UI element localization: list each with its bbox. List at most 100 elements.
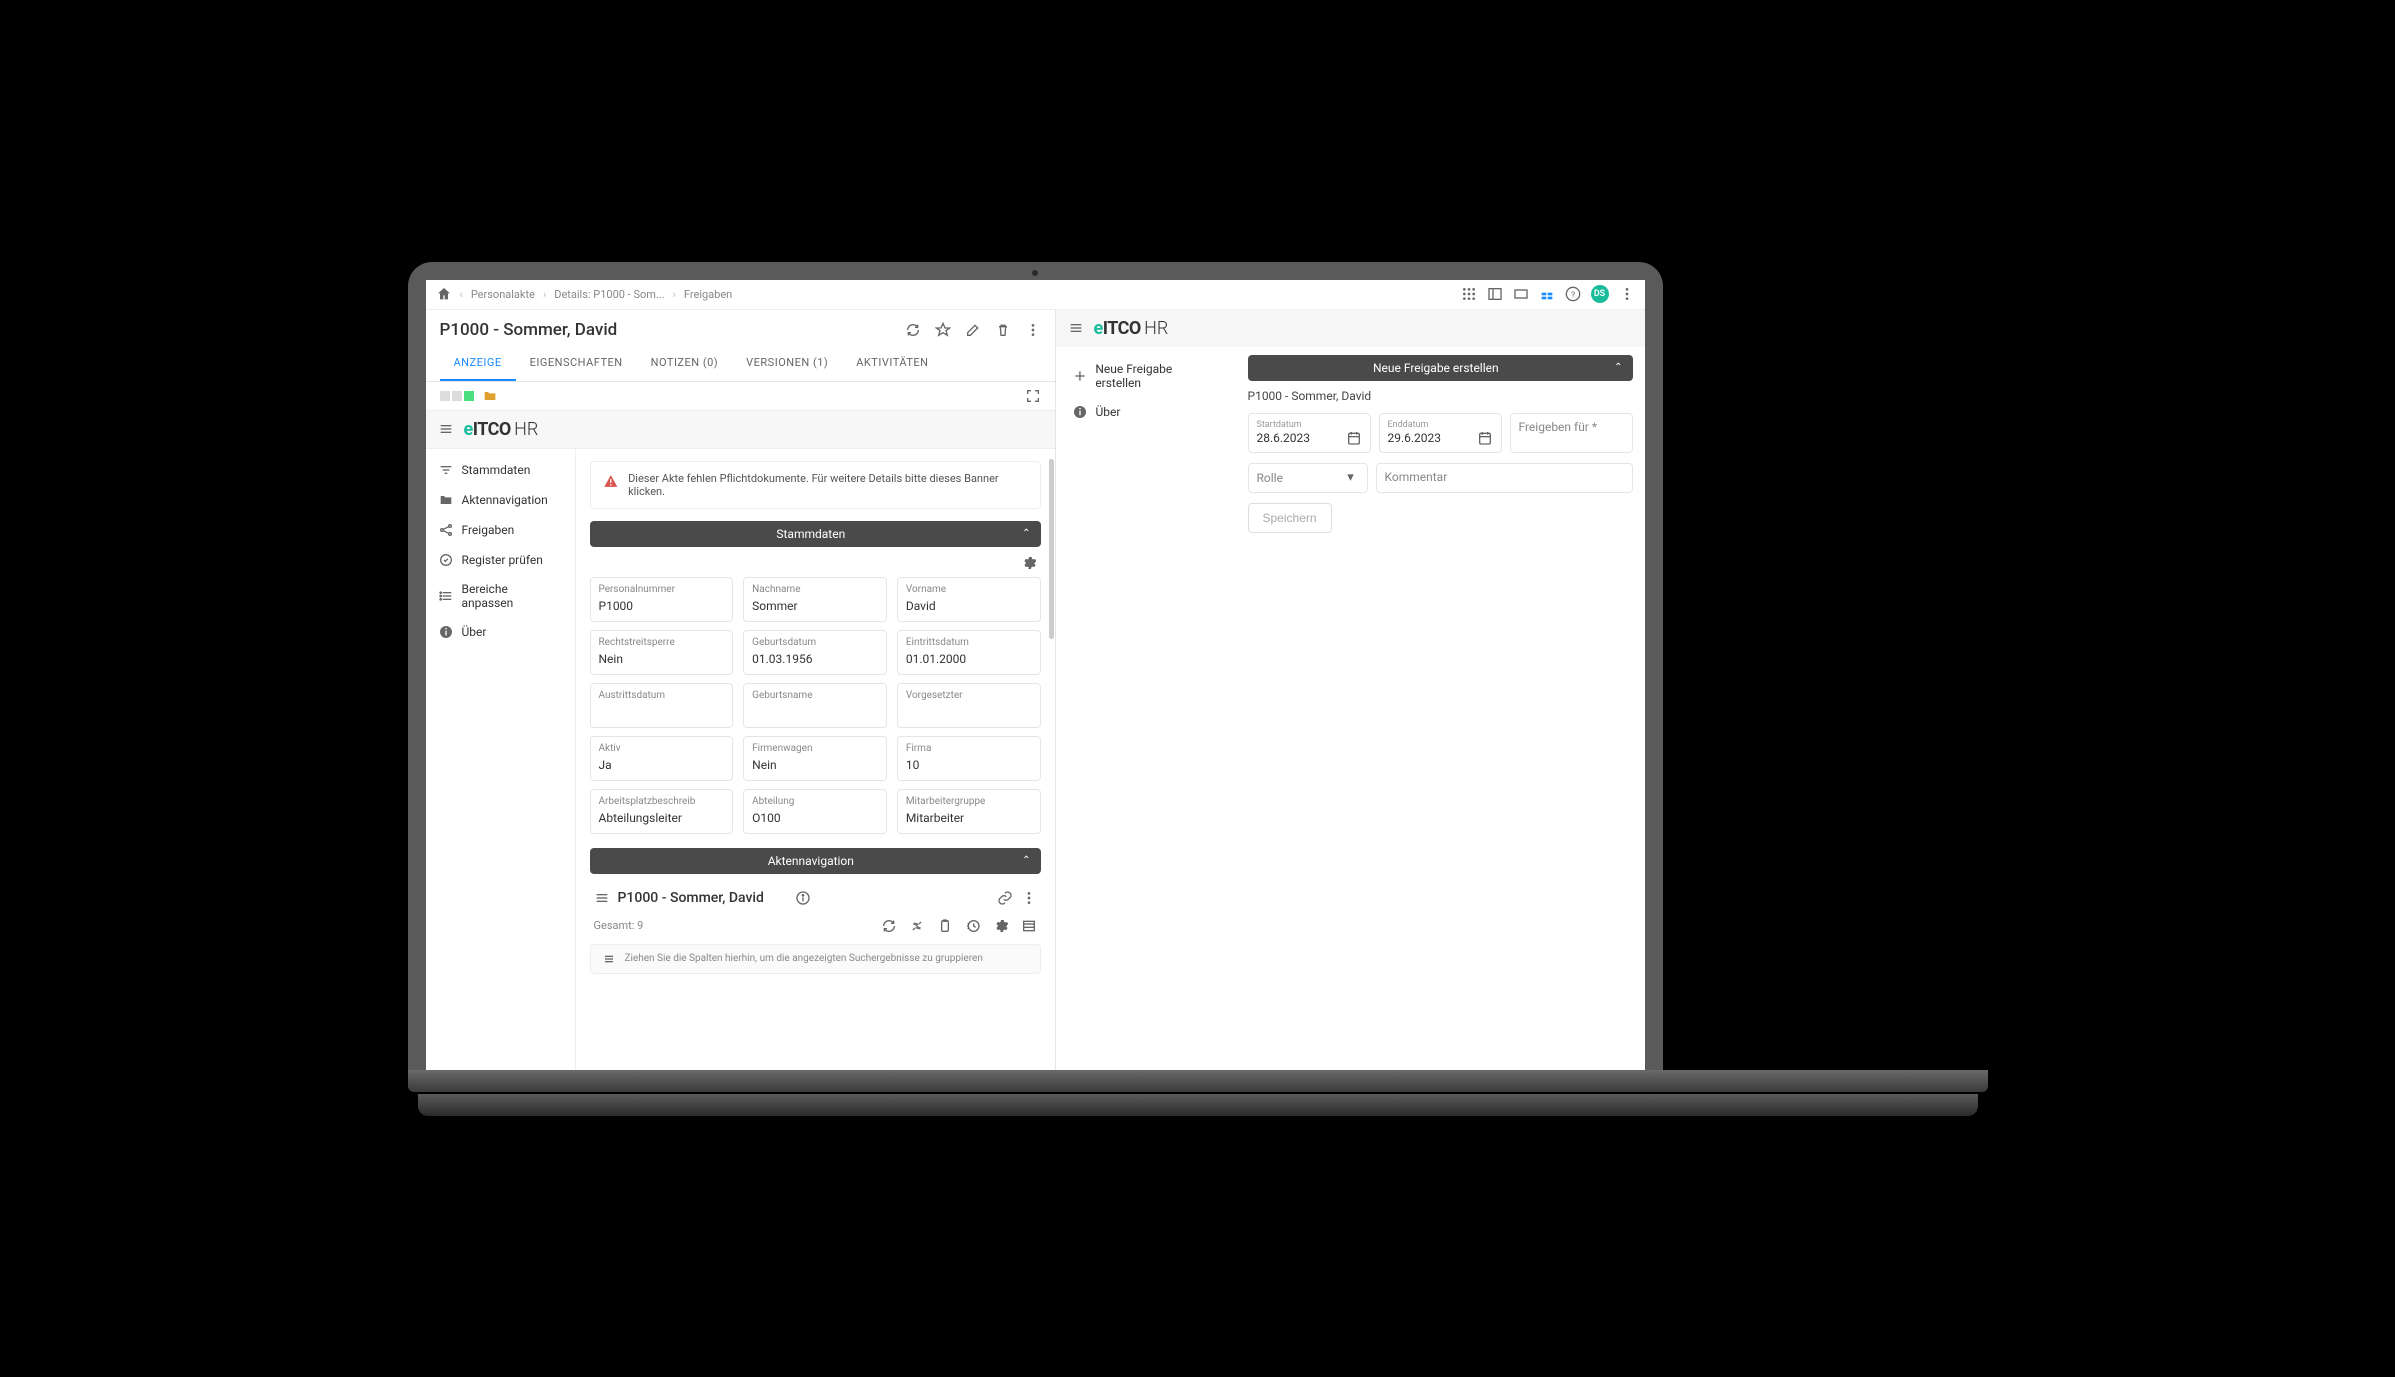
clipboard-icon[interactable] bbox=[937, 918, 953, 934]
tab-eigenschaften[interactable]: EIGENSCHAFTEN bbox=[516, 346, 637, 381]
freigeben-fuer-field[interactable]: Freigeben für * bbox=[1510, 413, 1633, 453]
logo: eITCO HR bbox=[464, 419, 539, 440]
breadcrumb: ‹ Personalakte › Details: P1000 - Som...… bbox=[436, 286, 1461, 302]
nav-ueber[interactable]: Über bbox=[426, 617, 575, 647]
section-header-stammdaten[interactable]: Stammdaten⌃ bbox=[590, 521, 1041, 547]
rolle-select[interactable]: Rolle▾ bbox=[1248, 463, 1368, 493]
nav-label: Stammdaten bbox=[462, 463, 531, 477]
tab-aktivitaeten[interactable]: AKTIVITÄTEN bbox=[842, 346, 942, 381]
section-header-neue-freigabe[interactable]: Neue Freigabe erstellen⌃ bbox=[1248, 355, 1633, 381]
field-geburtsname: Geburtsname bbox=[743, 683, 887, 728]
tabs: ANZEIGE EIGENSCHAFTEN NOTIZEN (0) VERSIO… bbox=[426, 346, 1055, 382]
list-icon bbox=[438, 588, 454, 604]
unlink-icon[interactable] bbox=[909, 918, 925, 934]
gift-icon[interactable] bbox=[1539, 286, 1555, 302]
status-dot bbox=[452, 391, 462, 401]
field-geburtsdatum: Geburtsdatum01.03.1956 bbox=[743, 630, 887, 675]
status-dot bbox=[464, 391, 474, 401]
gear-icon[interactable] bbox=[1021, 555, 1037, 571]
freigabe-subtitle: P1000 - Sommer, David bbox=[1248, 389, 1633, 403]
side-nav: Stammdaten Aktennavigation Freigaben Reg… bbox=[426, 449, 576, 1070]
field-mitarbeitergruppe: MitarbeitergruppeMitarbeiter bbox=[897, 789, 1041, 834]
warning-banner[interactable]: Dieser Akte fehlen Pflichtdokumente. Für… bbox=[590, 461, 1041, 509]
field-aktiv: AktivJa bbox=[590, 736, 734, 781]
help-icon[interactable]: ? bbox=[1565, 286, 1581, 302]
info-icon bbox=[1072, 404, 1088, 420]
chevron-right-icon: › bbox=[673, 288, 676, 301]
nav-register-pruefen[interactable]: Register prüfen bbox=[426, 545, 575, 575]
more-vert-icon[interactable] bbox=[1025, 322, 1041, 338]
calendar-icon[interactable] bbox=[1477, 430, 1493, 446]
kommentar-field[interactable]: Kommentar bbox=[1376, 463, 1633, 493]
chevron-up-icon: ⌃ bbox=[1022, 528, 1030, 539]
calendar-icon[interactable] bbox=[1346, 430, 1362, 446]
result-count: Gesamt: 9 bbox=[594, 919, 869, 932]
enddatum-field[interactable]: Enddatum 29.6.2023 bbox=[1379, 413, 1502, 453]
more-vert-icon[interactable] bbox=[1619, 286, 1635, 302]
section-title: Aktennavigation bbox=[600, 854, 1023, 868]
chevron-up-icon: ⌃ bbox=[1614, 362, 1622, 373]
banner-text: Dieser Akte fehlen Pflichtdokumente. Für… bbox=[628, 472, 1027, 498]
card-icon[interactable] bbox=[1513, 286, 1529, 302]
tab-versionen[interactable]: VERSIONEN (1) bbox=[732, 346, 842, 381]
fullscreen-icon[interactable] bbox=[1025, 388, 1041, 404]
crumb-freigaben[interactable]: Freigaben bbox=[684, 288, 732, 301]
field-nachname: NachnameSommer bbox=[743, 577, 887, 622]
tab-notizen[interactable]: NOTIZEN (0) bbox=[637, 346, 733, 381]
refresh-icon[interactable] bbox=[881, 918, 897, 934]
nav-neue-freigabe[interactable]: Neue Freigabe erstellen bbox=[1066, 355, 1226, 397]
chevron-right-icon: › bbox=[543, 288, 546, 301]
nav-bereiche-anpassen[interactable]: Bereiche anpassen bbox=[426, 575, 575, 617]
layout-icon[interactable] bbox=[1487, 286, 1503, 302]
warning-icon bbox=[603, 473, 619, 489]
top-app-bar: ‹ Personalakte › Details: P1000 - Som...… bbox=[426, 280, 1645, 310]
tab-anzeige[interactable]: ANZEIGE bbox=[440, 346, 516, 381]
field-firmenwagen: FirmenwagenNein bbox=[743, 736, 887, 781]
nav-ueber-right[interactable]: Über bbox=[1066, 397, 1226, 427]
scrollbar[interactable] bbox=[1048, 449, 1054, 1070]
star-icon[interactable] bbox=[935, 322, 951, 338]
info-outline-icon[interactable] bbox=[795, 890, 811, 906]
edit-icon[interactable] bbox=[965, 322, 981, 338]
crumb-details[interactable]: Details: P1000 - Som... bbox=[554, 288, 664, 301]
chevron-down-icon: ▾ bbox=[1343, 470, 1359, 486]
svg-text:?: ? bbox=[1570, 290, 1574, 300]
section-header-aktennavigation[interactable]: Aktennavigation⌃ bbox=[590, 848, 1041, 874]
speichern-button[interactable]: Speichern bbox=[1248, 503, 1332, 533]
apps-grid-icon[interactable] bbox=[1461, 286, 1477, 302]
field-vorname: VornameDavid bbox=[897, 577, 1041, 622]
chevron-up-icon: ⌃ bbox=[1022, 855, 1030, 866]
field-eintrittsdatum: Eintrittsdatum01.01.2000 bbox=[897, 630, 1041, 675]
menu-icon[interactable] bbox=[594, 890, 610, 906]
avatar[interactable]: DS bbox=[1591, 285, 1609, 303]
filter-icon bbox=[438, 462, 454, 478]
delete-icon[interactable] bbox=[995, 322, 1011, 338]
drag-hint-text: Ziehen Sie die Spalten hierhin, um die a… bbox=[625, 953, 983, 964]
plus-icon bbox=[1072, 368, 1088, 384]
check-refresh-icon bbox=[438, 552, 454, 568]
home-icon[interactable] bbox=[436, 286, 452, 302]
field-rechtstreitsperre: RechtstreitsperreNein bbox=[590, 630, 734, 675]
field-arbeitsplatz: ArbeitsplatzbeschreibAbteilungsleiter bbox=[590, 789, 734, 834]
link-icon[interactable] bbox=[997, 890, 1013, 906]
menu-icon[interactable] bbox=[1068, 320, 1084, 336]
section-title: Neue Freigabe erstellen bbox=[1258, 361, 1615, 375]
history-icon[interactable] bbox=[965, 918, 981, 934]
nav-aktennavigation[interactable]: Aktennavigation bbox=[426, 485, 575, 515]
drag-group-hint[interactable]: Ziehen Sie die Spalten hierhin, um die a… bbox=[590, 944, 1041, 974]
field-vorgesetzter: Vorgesetzter bbox=[897, 683, 1041, 728]
more-vert-icon[interactable] bbox=[1021, 890, 1037, 906]
nav-stammdaten[interactable]: Stammdaten bbox=[426, 455, 575, 485]
field-firma: Firma10 bbox=[897, 736, 1041, 781]
logo: eITCO HR bbox=[1094, 318, 1169, 339]
gear-icon[interactable] bbox=[993, 918, 1009, 934]
startdatum-field[interactable]: Startdatum 28.6.2023 bbox=[1248, 413, 1371, 453]
nav-label: Neue Freigabe erstellen bbox=[1095, 362, 1219, 390]
menu-icon[interactable] bbox=[438, 421, 454, 437]
nav-freigaben[interactable]: Freigaben bbox=[426, 515, 575, 545]
crumb-personalakte[interactable]: Personalakte bbox=[471, 288, 535, 301]
columns-icon[interactable] bbox=[1021, 918, 1037, 934]
refresh-icon[interactable] bbox=[905, 322, 921, 338]
nav-label: Bereiche anpassen bbox=[461, 582, 562, 610]
page-title: P1000 - Sommer, David bbox=[440, 320, 905, 340]
